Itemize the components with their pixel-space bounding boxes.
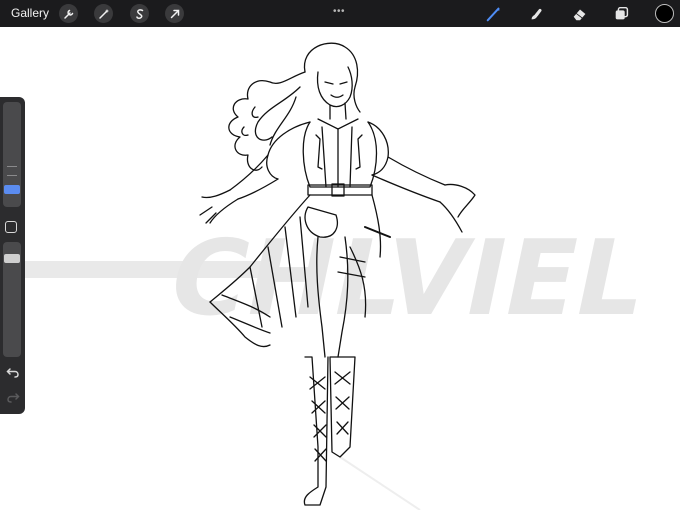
magic-wand-icon[interactable] <box>94 4 113 23</box>
brush-size-handle[interactable] <box>4 185 20 194</box>
opacity-handle[interactable] <box>4 254 20 263</box>
watermark-text: CHLVIEL <box>159 217 657 339</box>
layers-icon[interactable] <box>612 4 632 24</box>
drawing-canvas[interactable]: CHLVIEL <box>0 27 680 510</box>
color-picker-button[interactable] <box>655 4 674 23</box>
more-options-button[interactable]: ••• <box>333 6 345 17</box>
gallery-button[interactable]: Gallery <box>11 6 49 20</box>
side-toolbar <box>0 97 25 414</box>
slider-tick <box>7 175 17 176</box>
smudge-icon[interactable] <box>527 4 547 24</box>
watermark: CHLVIEL <box>25 217 656 339</box>
wrench-icon[interactable] <box>59 4 78 23</box>
canvas-artwork: CHLVIEL <box>25 42 656 510</box>
top-toolbar: Gallery ••• <box>0 0 680 27</box>
brush-icon[interactable] <box>484 4 504 24</box>
modify-button[interactable] <box>5 221 17 233</box>
brush-size-slider[interactable] <box>3 102 21 207</box>
opacity-slider[interactable] <box>3 242 21 357</box>
transform-arrow-icon[interactable] <box>165 4 184 23</box>
undo-icon[interactable] <box>6 365 20 379</box>
selection-icon[interactable] <box>130 4 149 23</box>
slider-tick <box>7 166 17 167</box>
eraser-icon[interactable] <box>570 4 590 24</box>
redo-icon[interactable] <box>6 390 20 404</box>
